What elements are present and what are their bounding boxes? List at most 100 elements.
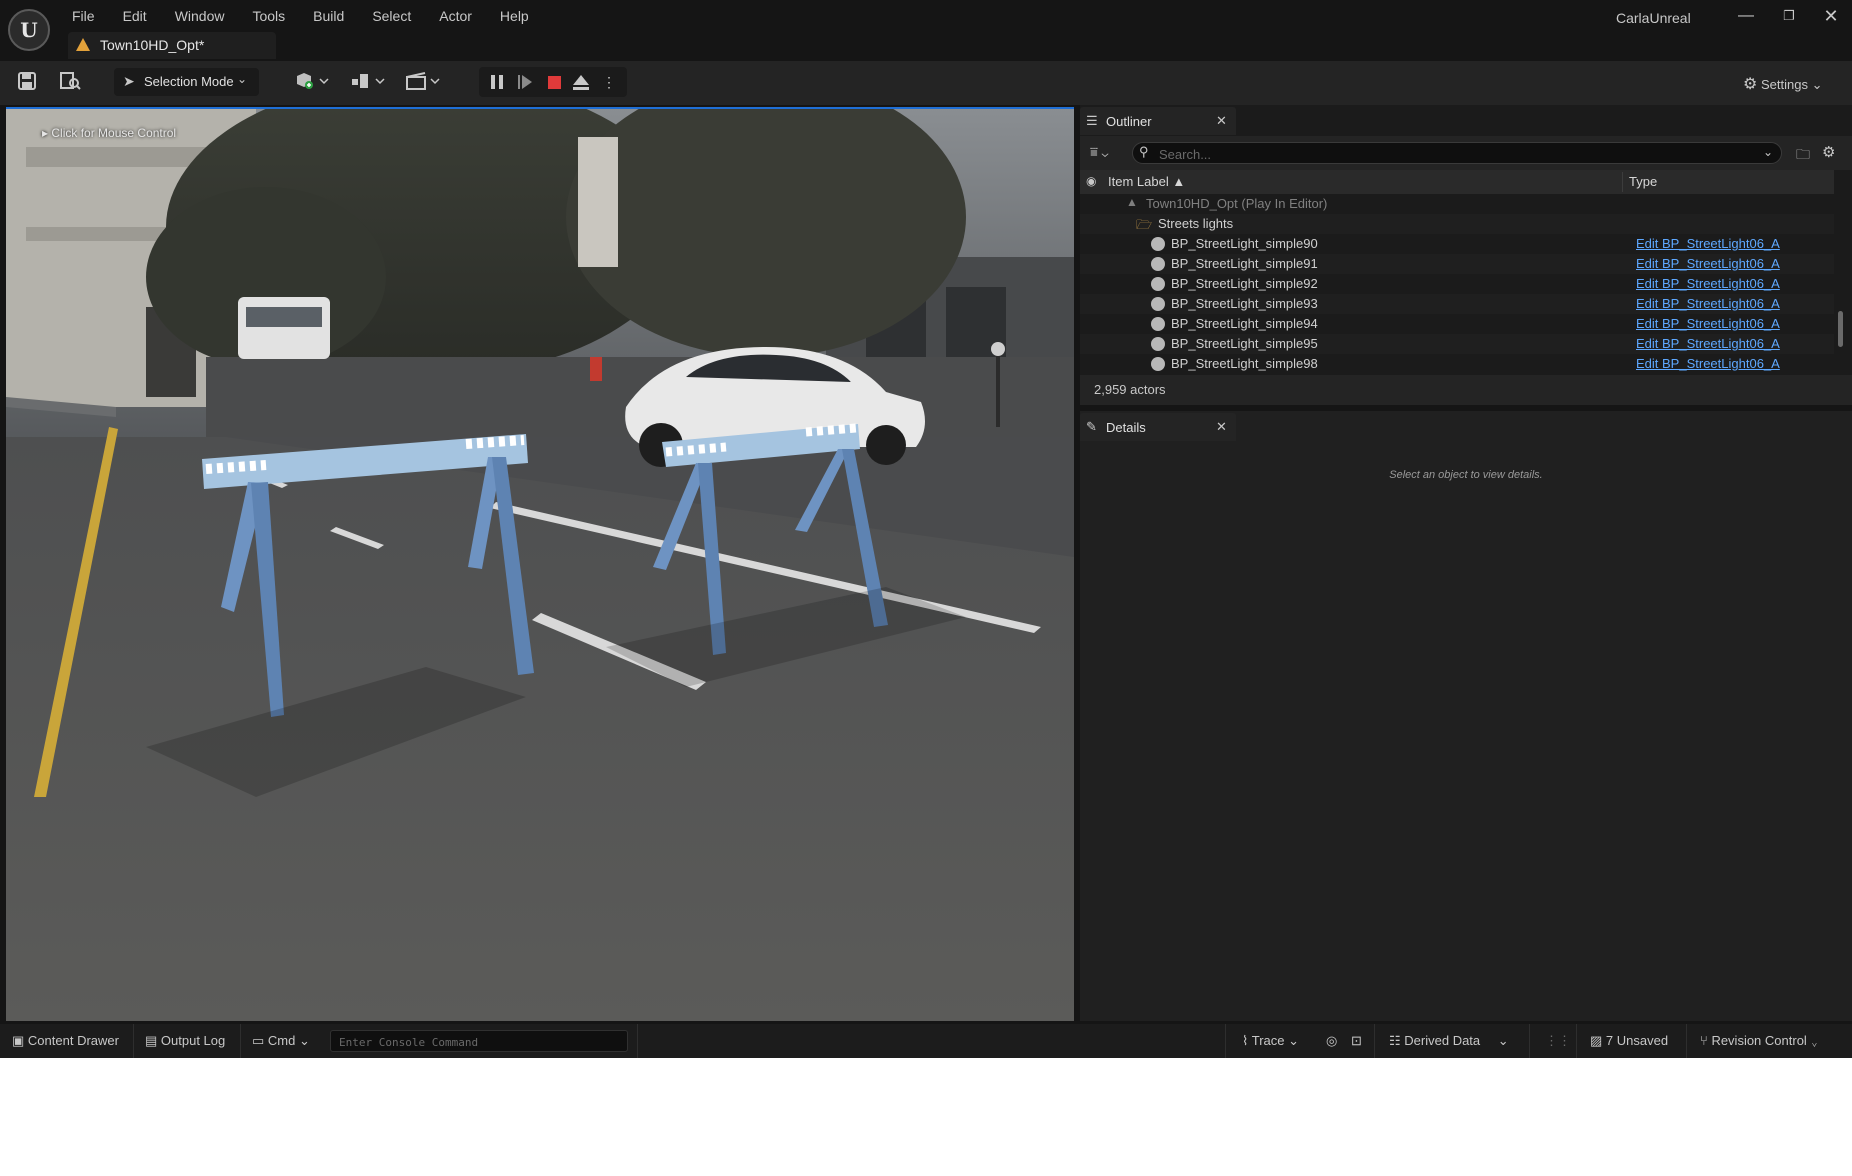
table-row[interactable]: BP_StreetLight_simple90 Edit BP_StreetLi… — [1080, 234, 1834, 254]
snap-icon[interactable] — [350, 71, 388, 93]
unsaved-button[interactable]: ▨ 7 Unsaved — [1590, 1033, 1668, 1049]
tab-outliner[interactable]: ☰ Outliner ✕ — [1080, 107, 1236, 135]
menu-tools[interactable]: Tools — [238, 6, 299, 26]
play-controls: ⋮ — [479, 67, 627, 97]
console-command-input[interactable] — [337, 1033, 621, 1051]
row-type-link[interactable]: Edit BP_StreetLight06_A — [1636, 316, 1780, 331]
row-type-link[interactable]: Edit BP_StreetLight06_A — [1636, 336, 1780, 351]
pencil-icon: ✎ — [1086, 419, 1097, 434]
search-icon: ⚲ — [1139, 144, 1149, 159]
menu-actor[interactable]: Actor — [425, 6, 486, 26]
eject-icon[interactable] — [571, 72, 591, 92]
divider — [240, 1024, 241, 1058]
divider — [1686, 1024, 1687, 1058]
row-label: BP_StreetLight_simple94 — [1171, 316, 1318, 331]
outliner-search-input[interactable] — [1157, 144, 1741, 164]
tree-row-folder[interactable]: 🗁 Streets lights — [1080, 214, 1834, 234]
menu-edit[interactable]: Edit — [109, 6, 161, 26]
minimize-icon[interactable]: — — [1726, 4, 1766, 28]
column-divider[interactable] — [1622, 172, 1623, 192]
project-name: CarlaUnreal — [1616, 10, 1691, 26]
selection-mode-dropdown[interactable]: ➤ Selection Mode ⌄ — [114, 68, 259, 96]
chevron-down-icon: ⌄ — [1810, 1033, 1819, 1048]
restore-icon[interactable]: ❐ — [1769, 4, 1809, 28]
chevron-down-icon: ⌄ — [1288, 1033, 1300, 1048]
revision-control-label: Revision Control — [1711, 1033, 1807, 1048]
table-row[interactable]: BP_StreetLight_simple98 Edit BP_StreetLi… — [1080, 354, 1834, 374]
outliner-header: ◉ Item Label ▲ Type — [1080, 170, 1834, 194]
row-type-link[interactable]: Edit BP_StreetLight06_A — [1636, 356, 1780, 371]
world-icon: ▲ — [1126, 195, 1138, 209]
table-row[interactable]: BP_StreetLight_simple92 Edit BP_StreetLi… — [1080, 274, 1834, 294]
table-row[interactable]: BP_StreetLight_simple94 Edit BP_StreetLi… — [1080, 314, 1834, 334]
close-icon[interactable]: ✕ — [1216, 419, 1227, 435]
column-type[interactable]: Type — [1629, 174, 1657, 189]
add-actor-icon[interactable] — [294, 71, 332, 93]
table-row[interactable]: BP_StreetLight_simple95 Edit BP_StreetLi… — [1080, 334, 1834, 354]
outliner-scrollbar[interactable] — [1838, 311, 1843, 347]
record-icon[interactable]: ◎ — [1326, 1033, 1337, 1049]
outliner-search-row: ⩸ ⌄ ⚲ ⌄ 🗀 ⚙ — [1080, 136, 1852, 170]
table-row[interactable]: BP_StreetLight_simple91 Edit BP_StreetLi… — [1080, 254, 1834, 274]
unreal-editor-window: U File Edit Window Tools Build Select Ac… — [0, 0, 1852, 1058]
trace-label: Trace — [1251, 1033, 1285, 1048]
eye-icon[interactable]: ◉ — [1086, 174, 1096, 188]
filter-icon[interactable]: ⩸ ⌄ — [1090, 144, 1109, 160]
level-tab-label: Town10HD_Opt* — [100, 37, 205, 53]
menu-window[interactable]: Window — [161, 6, 239, 26]
table-row[interactable]: BP_StreetLight_simple93 Edit BP_StreetLi… — [1080, 294, 1834, 314]
row-label: BP_StreetLight_simple98 — [1171, 356, 1318, 371]
tab-details[interactable]: ✎ Details ✕ — [1080, 413, 1236, 441]
menu-build[interactable]: Build — [299, 6, 358, 26]
divider — [133, 1024, 134, 1058]
menu-help[interactable]: Help — [486, 6, 543, 26]
output-log-button[interactable]: ▤ Output Log — [145, 1033, 225, 1049]
row-type-link[interactable]: Edit BP_StreetLight06_A — [1636, 236, 1780, 251]
row-type-link[interactable]: Edit BP_StreetLight06_A — [1636, 296, 1780, 311]
viewport-focus-line — [6, 107, 1074, 109]
actor-icon — [1151, 317, 1165, 331]
cinematic-icon[interactable] — [405, 71, 443, 93]
chevron-down-icon: ⌄ — [299, 1033, 310, 1048]
gear-icon[interactable]: ⚙ — [1822, 143, 1835, 161]
mouse-control-hint[interactable]: ▸ Click for Mouse Control — [42, 126, 176, 140]
level-tab[interactable]: Town10HD_Opt* — [68, 32, 276, 59]
settings-label: Settings — [1760, 77, 1808, 92]
trace-dropdown[interactable]: ⌇ Trace ⌄ — [1242, 1033, 1299, 1049]
unreal-logo-icon[interactable]: U — [8, 9, 50, 51]
step-icon[interactable] — [515, 72, 535, 92]
outliner-panel: ☰ Outliner ✕ ⩸ ⌄ ⚲ ⌄ 🗀 ⚙ ◉ Item Label ▲ … — [1080, 105, 1852, 405]
tree-row-world[interactable]: ▲ Town10HD_Opt (Play In Editor) — [1080, 194, 1834, 214]
chevron-down-icon[interactable]: ⌄ — [1763, 145, 1773, 159]
column-item-label[interactable]: Item Label ▲ — [1108, 174, 1185, 189]
world-row-label: Town10HD_Opt (Play In Editor) — [1146, 196, 1328, 211]
console-command-box[interactable] — [330, 1030, 628, 1052]
level-viewport[interactable]: ▸ Click for Mouse Control — [6, 107, 1074, 1021]
content-drawer-label: Content Drawer — [27, 1033, 119, 1048]
viewport-scene — [6, 107, 1074, 1021]
revision-control-dropdown[interactable]: ⑂ Revision Control ⌄ — [1700, 1033, 1818, 1048]
menu-file[interactable]: File — [58, 6, 109, 26]
divider — [1529, 1024, 1530, 1058]
close-window-icon[interactable]: ✕ — [1811, 4, 1851, 28]
menu-select[interactable]: Select — [358, 6, 425, 26]
derived-data-label: Derived Data — [1404, 1033, 1481, 1048]
details-panel: ✎ Details ✕ Select an object to view det… — [1080, 411, 1852, 1021]
stop-icon[interactable] — [548, 76, 561, 89]
source-control-status-icon[interactable]: ⋮⋮ — [1545, 1033, 1571, 1049]
settings-button[interactable]: ⚙ Settings ⌄ — [1743, 74, 1822, 94]
screenshot-icon[interactable]: ⊡ — [1351, 1033, 1362, 1049]
close-icon[interactable]: ✕ — [1216, 113, 1227, 129]
terminal-icon: ▭ — [252, 1033, 265, 1048]
row-type-link[interactable]: Edit BP_StreetLight06_A — [1636, 256, 1780, 271]
save-icon[interactable] — [16, 71, 38, 93]
content-drawer-button[interactable]: ▣ Content Drawer — [12, 1033, 119, 1049]
browse-icon[interactable] — [59, 71, 81, 93]
derived-data-dropdown[interactable]: ☷ Derived Data ⌄ — [1389, 1033, 1509, 1049]
row-type-link[interactable]: Edit BP_StreetLight06_A — [1636, 276, 1780, 291]
pause-icon[interactable] — [487, 72, 507, 92]
add-folder-icon[interactable]: 🗀 — [1796, 144, 1810, 168]
outliner-search[interactable]: ⚲ ⌄ — [1132, 142, 1782, 164]
cmd-dropdown[interactable]: ▭ Cmd ⌄ — [252, 1033, 310, 1049]
more-options-icon[interactable]: ⋮ — [599, 72, 619, 92]
